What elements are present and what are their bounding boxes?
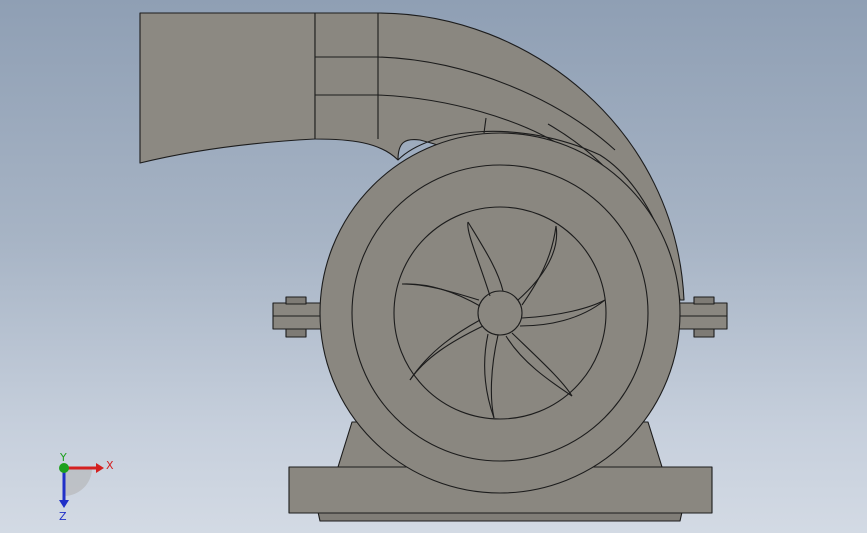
y-axis-label: Y bbox=[59, 452, 67, 464]
discharge-cone bbox=[139, 12, 316, 164]
impeller-hub bbox=[477, 290, 523, 336]
x-axis-arrowhead bbox=[96, 463, 104, 473]
graphics-viewport[interactable]: X Y Z bbox=[0, 0, 867, 533]
z-axis-label: Z bbox=[59, 510, 67, 522]
z-axis-arrowhead bbox=[59, 500, 69, 508]
pump-model[interactable] bbox=[0, 0, 867, 533]
triad-quarter-arc bbox=[64, 468, 92, 496]
coordinate-triad: X Y Z bbox=[59, 452, 114, 522]
right-bolt-top bbox=[693, 296, 715, 305]
left-bolt-top bbox=[285, 296, 307, 305]
right-bolt-bottom bbox=[693, 328, 715, 338]
x-axis-label: X bbox=[106, 459, 114, 472]
left-bolt-bottom bbox=[285, 328, 307, 338]
y-axis-dot bbox=[59, 463, 69, 473]
